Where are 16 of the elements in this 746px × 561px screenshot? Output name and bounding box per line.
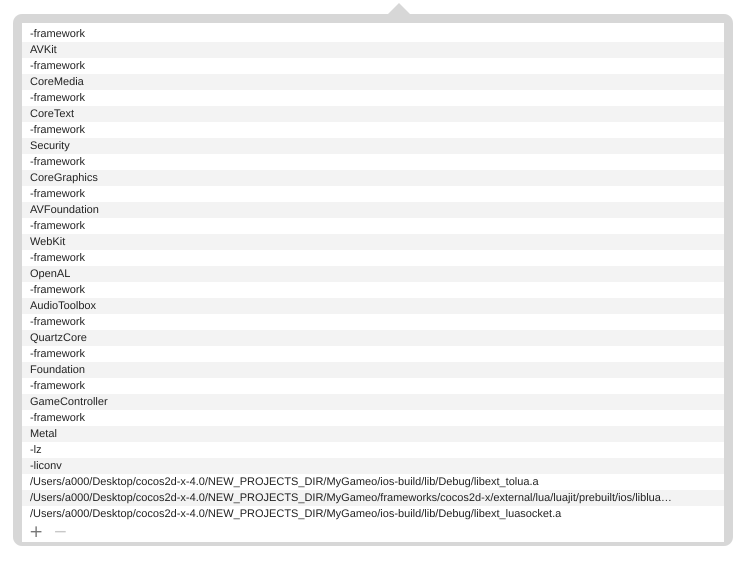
list-item[interactable]: CoreText bbox=[22, 106, 724, 122]
list-item[interactable]: AVFoundation bbox=[22, 202, 724, 218]
list-item[interactable]: -liconv bbox=[22, 458, 724, 474]
list-item[interactable]: Foundation bbox=[22, 362, 724, 378]
list-item[interactable]: CoreMedia bbox=[22, 74, 724, 90]
list-item[interactable]: /Users/a000/Desktop/cocos2d-x-4.0/NEW_PROJECTS_DIR/MyGameo/frameworks/cocos2d-x/external/lua/luajit/prebuilt/ios/liblua… bbox=[22, 490, 724, 506]
list-item[interactable]: CoreGraphics bbox=[22, 170, 724, 186]
list-item[interactable]: Metal bbox=[22, 426, 724, 442]
list-item[interactable]: AVKit bbox=[22, 42, 724, 58]
list-item[interactable]: QuartzCore bbox=[22, 330, 724, 346]
list-item[interactable]: WebKit bbox=[22, 234, 724, 250]
list-item[interactable]: OpenAL bbox=[22, 266, 724, 282]
add-button[interactable]: + bbox=[26, 524, 46, 540]
list-item[interactable]: Security bbox=[22, 138, 724, 154]
list-item[interactable]: GameController bbox=[22, 394, 724, 410]
list-item[interactable]: AudioToolbox bbox=[22, 298, 724, 314]
